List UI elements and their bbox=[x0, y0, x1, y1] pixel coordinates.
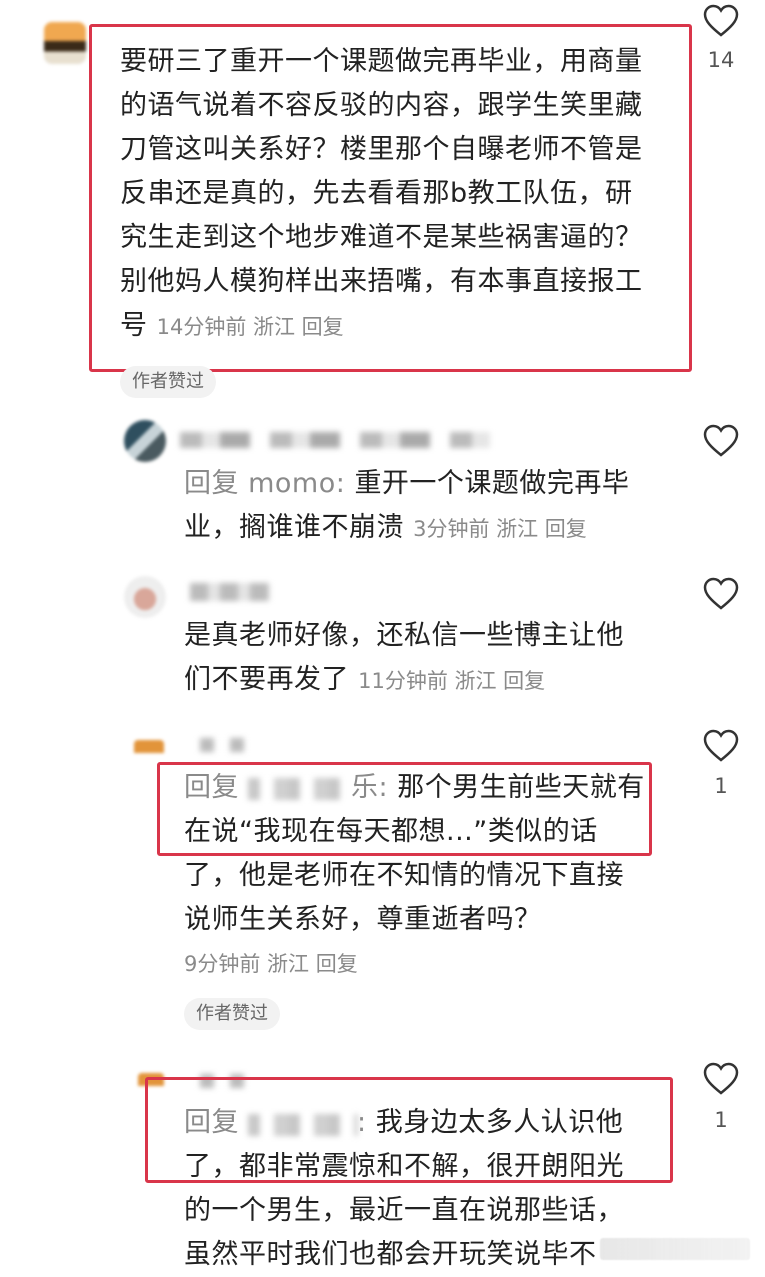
heart-icon[interactable] bbox=[703, 1062, 739, 1096]
author-liked-badge: 作者赞过 bbox=[184, 998, 280, 1030]
mention-link[interactable]: momo: bbox=[248, 468, 345, 499]
reply-prefix: 回复 bbox=[184, 772, 239, 803]
like-count: 1 bbox=[714, 774, 728, 798]
comment-text: 回复 momo: 重开一个课题做完再毕 业，搁谁谁不崩溃 3分钟前 浙江 回复 bbox=[184, 468, 630, 543]
comment-meta: 9分钟前 浙江 回复 bbox=[184, 952, 358, 976]
reply-prefix: 回复 bbox=[184, 1107, 239, 1138]
reply-prefix: 回复 bbox=[184, 468, 239, 499]
avatar[interactable] bbox=[134, 740, 164, 764]
blurred-username bbox=[190, 583, 270, 601]
blurred-username bbox=[180, 432, 490, 448]
comment-last-line: 号 bbox=[120, 310, 148, 341]
mention-link[interactable]: 乐: bbox=[351, 772, 388, 803]
blurred-username bbox=[200, 738, 260, 752]
comment-meta: 11分钟前 浙江 回复 bbox=[358, 669, 546, 693]
avatar[interactable] bbox=[44, 22, 86, 64]
watermark bbox=[600, 1238, 750, 1260]
comment-text: 回复: 我身边太多人认识他 了，都非常震惊和不解，很开朗阳光 的一个男生，最近一… bbox=[184, 1107, 624, 1270]
comment-text: 回复 乐: 那个男生前些天就有 在说“我现在每天都想...”类似的话 了，他是老师… bbox=[184, 766, 664, 986]
comment-text: 要研三了重开一个课题做完再毕业，用商量 的语气说着不容反驳的内容，跟学生笑里藏 … bbox=[120, 46, 643, 341]
heart-icon[interactable] bbox=[703, 577, 739, 611]
heart-icon[interactable] bbox=[703, 4, 739, 38]
heart-icon[interactable] bbox=[703, 424, 739, 458]
like-count: 14 bbox=[707, 48, 735, 72]
comment-meta: 3分钟前 浙江 回复 bbox=[413, 517, 587, 541]
comment-meta: 14分钟前 浙江 回复 bbox=[156, 315, 344, 339]
author-liked-badge: 作者赞过 bbox=[120, 366, 216, 398]
avatar[interactable] bbox=[124, 576, 166, 618]
mention-link[interactable]: : bbox=[357, 1107, 367, 1138]
avatar[interactable] bbox=[124, 420, 166, 462]
like-count: 1 bbox=[714, 1108, 728, 1132]
comment-text: 是真老师好像，还私信一些博主让他 们不要再发了 11分钟前 浙江 回复 bbox=[184, 620, 624, 695]
heart-icon[interactable] bbox=[703, 729, 739, 763]
